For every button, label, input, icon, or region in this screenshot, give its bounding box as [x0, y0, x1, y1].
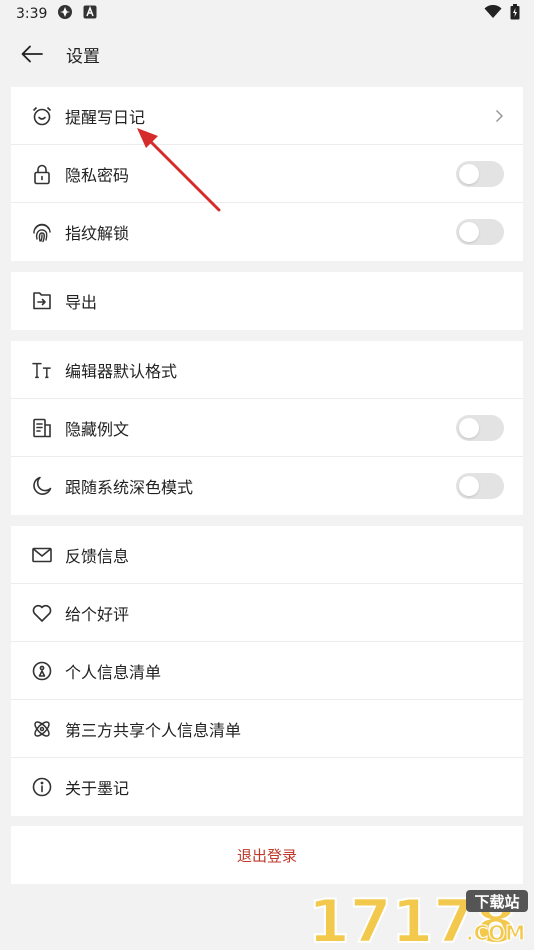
app-bar: 设置 [0, 28, 534, 80]
setting-follow-dark-mode: 跟随系统深色模式 [11, 457, 523, 515]
setting-about[interactable]: 关于墨记 [11, 758, 523, 816]
logout-group: 退出登录 [11, 826, 523, 884]
settings-group-security: 提醒写日记 隐私密码 指纹解锁 [11, 87, 523, 261]
logout-button[interactable]: 退出登录 [11, 826, 523, 884]
watermark-tag: 下载站 [474, 893, 519, 911]
back-arrow-icon[interactable] [18, 40, 46, 68]
setting-label: 提醒写日记 [65, 107, 146, 127]
site-watermark-logo: 17178 下载站 .COM [307, 886, 528, 948]
setting-hide-examples: 隐藏例文 [11, 399, 523, 457]
page-title: 设置 [66, 46, 100, 67]
export-icon [31, 290, 53, 312]
chevron-right-icon [494, 109, 504, 123]
follow-dark-mode-toggle[interactable] [456, 473, 504, 499]
document-icon [31, 417, 53, 439]
watermark-suffix: .COM [466, 921, 525, 945]
setting-label: 指纹解锁 [65, 224, 130, 243]
hide-examples-toggle[interactable] [456, 414, 504, 441]
setting-fingerprint-unlock: 指纹解锁 [11, 203, 523, 261]
fingerprint-unlock-toggle[interactable] [456, 219, 504, 245]
setting-default-format[interactable]: 编辑器默认格式 [11, 341, 523, 399]
settings-group-editor: 编辑器默认格式 隐藏例文 跟随系统深色模式 [11, 341, 523, 515]
setting-label: 反馈信息 [65, 546, 130, 566]
setting-label: 隐私密码 [65, 165, 130, 185]
wifi-icon [484, 4, 502, 23]
setting-label: 个人信息清单 [65, 662, 162, 682]
fingerprint-icon [31, 221, 53, 243]
setting-privacy-password: 隐私密码 [11, 145, 523, 203]
setting-label: 关于墨记 [65, 779, 130, 798]
setting-personal-info-list[interactable]: 个人信息清单 [11, 642, 523, 700]
setting-remind-diary[interactable]: 提醒写日记 [11, 87, 523, 145]
lock-icon [31, 163, 53, 185]
setting-feedback[interactable]: 反馈信息 [11, 526, 523, 584]
info-icon [31, 776, 53, 798]
setting-label: 第三方共享个人信息清单 [65, 720, 242, 740]
status-time: 3:39 [16, 6, 48, 22]
status-bar: 3:39 [0, 0, 534, 28]
notification-a-icon [83, 5, 97, 23]
settings-group-info: 反馈信息 给个好评 个人信息清单 第三方共享个人信息清单 关于墨记 [11, 526, 523, 816]
share-flower-icon [31, 718, 53, 740]
setting-label: 编辑器默认格式 [65, 361, 178, 381]
settings-group-export: 导出 [11, 272, 523, 330]
heart-icon [31, 602, 53, 624]
setting-label: 隐藏例文 [65, 419, 130, 439]
setting-label: 导出 [65, 293, 98, 312]
alarm-clock-icon [31, 105, 53, 127]
setting-label: 跟随系统深色模式 [65, 478, 194, 497]
battery-icon [510, 4, 520, 24]
setting-export[interactable]: 导出 [11, 272, 523, 330]
setting-rate[interactable]: 给个好评 [11, 584, 523, 642]
privacy-password-toggle[interactable] [456, 160, 504, 187]
person-info-icon [31, 660, 53, 682]
app-notification-icon [57, 4, 73, 24]
moon-icon [31, 475, 53, 497]
mail-icon [31, 544, 53, 566]
setting-third-party-list[interactable]: 第三方共享个人信息清单 [11, 700, 523, 758]
text-format-icon [31, 359, 53, 381]
setting-label: 给个好评 [65, 604, 130, 624]
